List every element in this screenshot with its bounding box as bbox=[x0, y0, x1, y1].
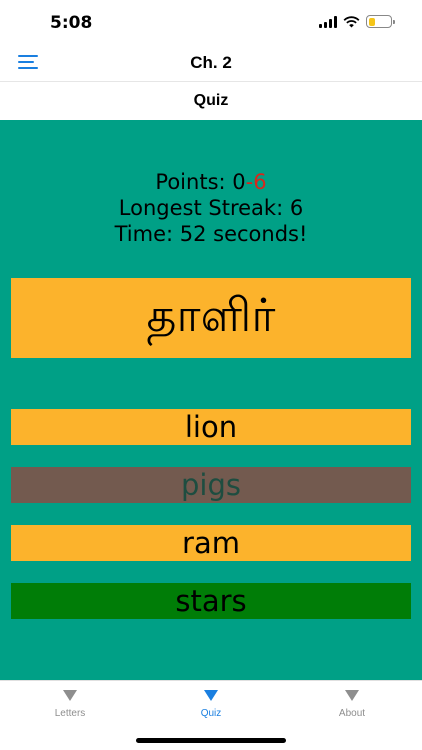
triangle-down-icon bbox=[204, 690, 218, 701]
tab-about[interactable]: About bbox=[282, 681, 422, 731]
cellular-signal-icon bbox=[319, 15, 337, 28]
navigation-bar: Ch. 2 bbox=[0, 44, 422, 82]
quiz-title: Quiz bbox=[193, 92, 229, 109]
status-bar: 5:08 bbox=[0, 0, 422, 44]
home-indicator bbox=[136, 738, 286, 743]
status-icons bbox=[319, 15, 395, 28]
answer-option-3[interactable]: ram bbox=[11, 525, 411, 561]
battery-icon bbox=[366, 15, 395, 28]
wifi-icon bbox=[343, 15, 360, 27]
battery-level bbox=[368, 17, 375, 26]
elapsed-time: Time: 52 seconds! bbox=[114, 222, 308, 246]
tab-quiz[interactable]: Quiz bbox=[141, 681, 281, 731]
chapter-title: Ch. 2 bbox=[190, 53, 232, 72]
tab-about-label: About bbox=[338, 708, 366, 719]
quiz-stats: Points: 0-6 Longest Streak: 6 Time: 52 s… bbox=[0, 169, 422, 247]
quiz-area: Points: 0-6 Longest Streak: 6 Time: 52 s… bbox=[0, 120, 422, 680]
status-time: 5:08 bbox=[50, 13, 93, 33]
answer-option-1[interactable]: lion bbox=[11, 409, 411, 445]
points-line: Points: 0-6 bbox=[0, 169, 422, 195]
tab-letters-label: Letters bbox=[54, 708, 86, 719]
points-penalty: -6 bbox=[245, 170, 267, 194]
quiz-header: Quiz bbox=[0, 82, 422, 120]
triangle-down-icon bbox=[63, 690, 77, 701]
answer-option-4[interactable]: stars bbox=[11, 583, 411, 619]
points-text: Points: 0 bbox=[155, 170, 246, 194]
tab-letters[interactable]: Letters bbox=[0, 681, 140, 731]
tab-quiz-label: Quiz bbox=[200, 708, 222, 719]
triangle-down-icon bbox=[345, 690, 359, 701]
question-word: தாளிர் bbox=[11, 278, 411, 358]
answer-option-2[interactable]: pigs bbox=[11, 467, 411, 503]
longest-streak: Longest Streak: 6 bbox=[118, 196, 304, 220]
